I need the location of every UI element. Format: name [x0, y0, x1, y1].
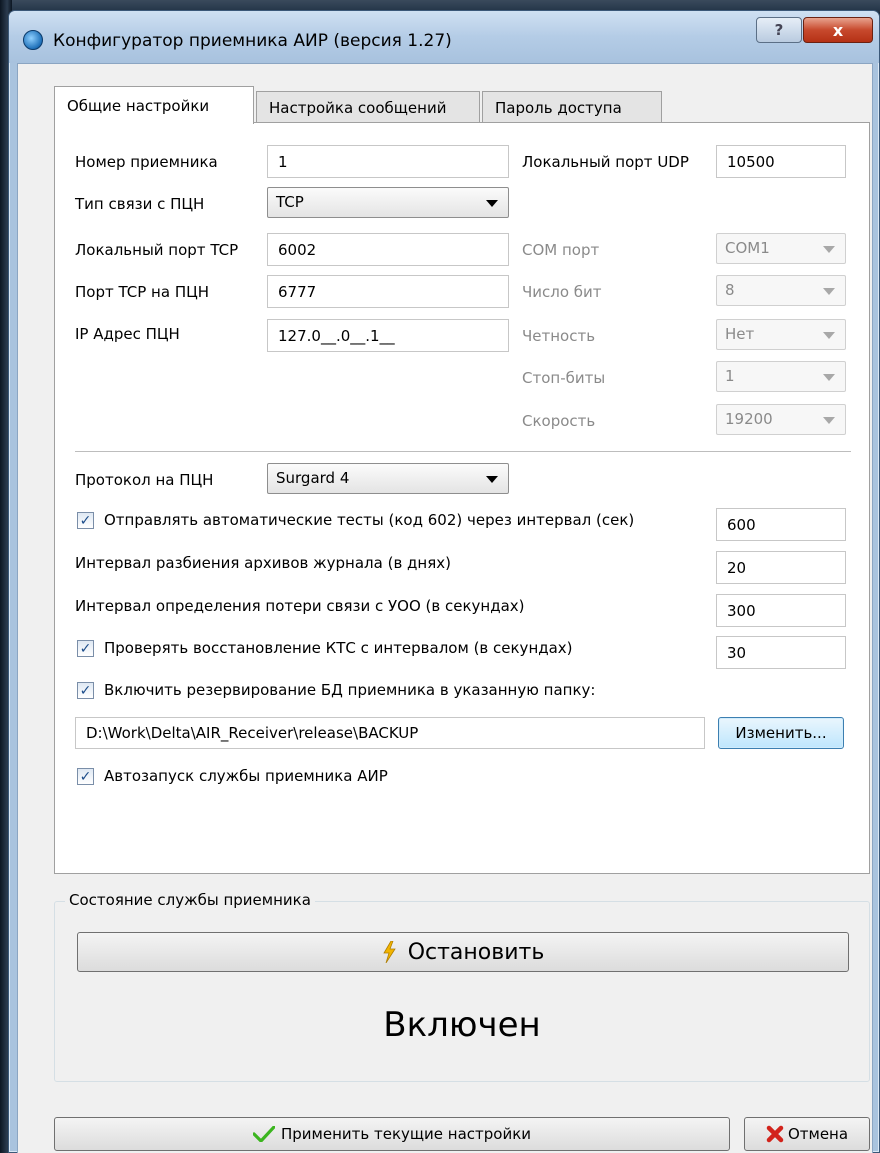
- tab-general[interactable]: Общие настройки: [54, 86, 254, 124]
- dropdown-arrow-icon: [823, 246, 835, 253]
- speed-value: 19200: [725, 410, 773, 428]
- com-port-select[interactable]: COM1: [716, 233, 846, 264]
- backup-path-input[interactable]: D:\Work\Delta\AIR_Receiver\release\BACKU…: [75, 717, 705, 749]
- tcp-local-port-input[interactable]: 6002: [267, 233, 509, 266]
- dropdown-arrow-icon: [823, 332, 835, 339]
- title-bar[interactable]: Конфигуратор приемника АИР (версия 1.27)…: [9, 11, 879, 63]
- parity-select[interactable]: Нет: [716, 319, 846, 350]
- tab-password-label: Пароль доступа: [495, 98, 622, 117]
- auto-tests-label: Отправлять автоматические тесты (код 602…: [104, 511, 635, 529]
- archive-interval-label: Интервал разбиения архивов журнала (в дн…: [75, 554, 451, 572]
- kts-interval-input[interactable]: 30: [716, 636, 846, 669]
- protocol-select[interactable]: Surgard 4: [267, 463, 509, 494]
- tab-messages[interactable]: Настройка сообщений: [256, 91, 480, 123]
- general-settings-panel: Номер приемника 1 Локальный порт UDP 105…: [54, 122, 870, 874]
- ip-address-label: IP Адрес ПЦН: [75, 325, 180, 343]
- receiver-number-input[interactable]: 1: [267, 145, 509, 178]
- bits-label: Число бит: [522, 283, 602, 301]
- speed-select[interactable]: 19200: [716, 404, 846, 435]
- apply-settings-label: Применить текущие настройки: [280, 1125, 531, 1143]
- lightning-icon: [382, 941, 396, 963]
- dropdown-arrow-icon: [486, 476, 498, 483]
- auto-tests-checkbox[interactable]: ✓: [77, 512, 94, 529]
- service-group-title: Состояние службы приемника: [65, 891, 315, 909]
- udp-port-label: Локальный порт UDP: [522, 153, 689, 171]
- loss-interval-input[interactable]: 300: [716, 594, 846, 627]
- kts-check-label: Проверять восстановление КТС с интервало…: [104, 639, 573, 657]
- dialog-client-area: Общие настройки Настройка сообщений Паро…: [17, 63, 873, 1153]
- close-button[interactable]: x: [803, 17, 873, 43]
- link-type-label: Тип связи с ПЦН: [75, 195, 205, 213]
- loss-interval-label: Интервал определения потери связи с УОО …: [75, 597, 525, 615]
- window-title: Конфигуратор приемника АИР (версия 1.27): [53, 31, 452, 51]
- archive-interval-input[interactable]: 20: [716, 551, 846, 584]
- protocol-label: Протокол на ПЦН: [75, 471, 214, 489]
- tcp-local-port-label: Локальный порт TCP: [75, 241, 239, 259]
- help-icon: ?: [774, 21, 784, 39]
- checkmark-icon: ✓: [79, 682, 92, 699]
- dropdown-arrow-icon: [823, 288, 835, 295]
- checkmark-icon: ✓: [79, 768, 92, 785]
- section-divider: [75, 451, 851, 452]
- checkmark-icon: ✓: [79, 512, 92, 529]
- speed-label: Скорость: [522, 412, 596, 430]
- app-globe-icon: [23, 30, 43, 50]
- tab-password[interactable]: Пароль доступа: [482, 91, 662, 123]
- bits-select[interactable]: 8: [716, 275, 846, 306]
- parity-label: Четность: [522, 327, 596, 345]
- stop-bits-value: 1: [725, 367, 735, 385]
- tcp-pcn-port-label: Порт TCP на ПЦН: [75, 283, 210, 301]
- protocol-value: Surgard 4: [276, 469, 350, 487]
- close-icon: x: [832, 20, 844, 40]
- dropdown-arrow-icon: [823, 374, 835, 381]
- backup-label: Включить резервирование БД приемника в у…: [104, 681, 596, 699]
- change-folder-button[interactable]: Изменить...: [718, 717, 844, 749]
- autostart-label: Автозапуск службы приемника АИР: [104, 767, 388, 785]
- dropdown-arrow-icon: [823, 417, 835, 424]
- service-status-text: Включен: [383, 1005, 541, 1045]
- stop-bits-select[interactable]: 1: [716, 361, 846, 392]
- checkmark-icon: ✓: [79, 640, 92, 657]
- change-folder-label: Изменить...: [735, 724, 827, 742]
- checkmark-icon: [252, 1126, 275, 1142]
- cancel-button[interactable]: Отмена: [744, 1117, 870, 1151]
- tcp-pcn-port-input[interactable]: 6777: [267, 275, 509, 308]
- ip-address-input[interactable]: 127.0__.0__.1__: [267, 319, 509, 352]
- service-status-group: Состояние службы приемника Остановить Вк…: [54, 891, 870, 1082]
- config-window: Конфигуратор приемника АИР (версия 1.27)…: [8, 10, 880, 1153]
- apply-settings-button[interactable]: Применить текущие настройки: [54, 1117, 730, 1151]
- help-button[interactable]: ?: [756, 17, 802, 43]
- com-port-label: COM порт: [522, 241, 600, 259]
- kts-check-checkbox[interactable]: ✓: [77, 640, 94, 657]
- link-type-value: TCP: [276, 193, 304, 211]
- cancel-x-icon: [766, 1125, 784, 1143]
- receiver-number-label: Номер приемника: [75, 153, 218, 171]
- auto-tests-interval-input[interactable]: 600: [716, 508, 846, 541]
- cancel-label: Отмена: [787, 1125, 849, 1143]
- udp-port-input[interactable]: 10500: [716, 145, 846, 178]
- stop-bits-label: Стоп-биты: [522, 369, 606, 387]
- stop-service-button[interactable]: Остановить: [77, 932, 849, 972]
- bits-value: 8: [725, 281, 735, 299]
- com-port-value: COM1: [725, 239, 770, 257]
- tab-general-label: Общие настройки: [67, 96, 210, 115]
- dropdown-arrow-icon: [486, 200, 498, 207]
- autostart-checkbox[interactable]: ✓: [77, 768, 94, 785]
- stop-service-label: Остановить: [407, 939, 545, 965]
- backup-checkbox[interactable]: ✓: [77, 682, 94, 699]
- parity-value: Нет: [725, 325, 755, 343]
- tab-messages-label: Настройка сообщений: [269, 98, 447, 117]
- link-type-select[interactable]: TCP: [267, 187, 509, 218]
